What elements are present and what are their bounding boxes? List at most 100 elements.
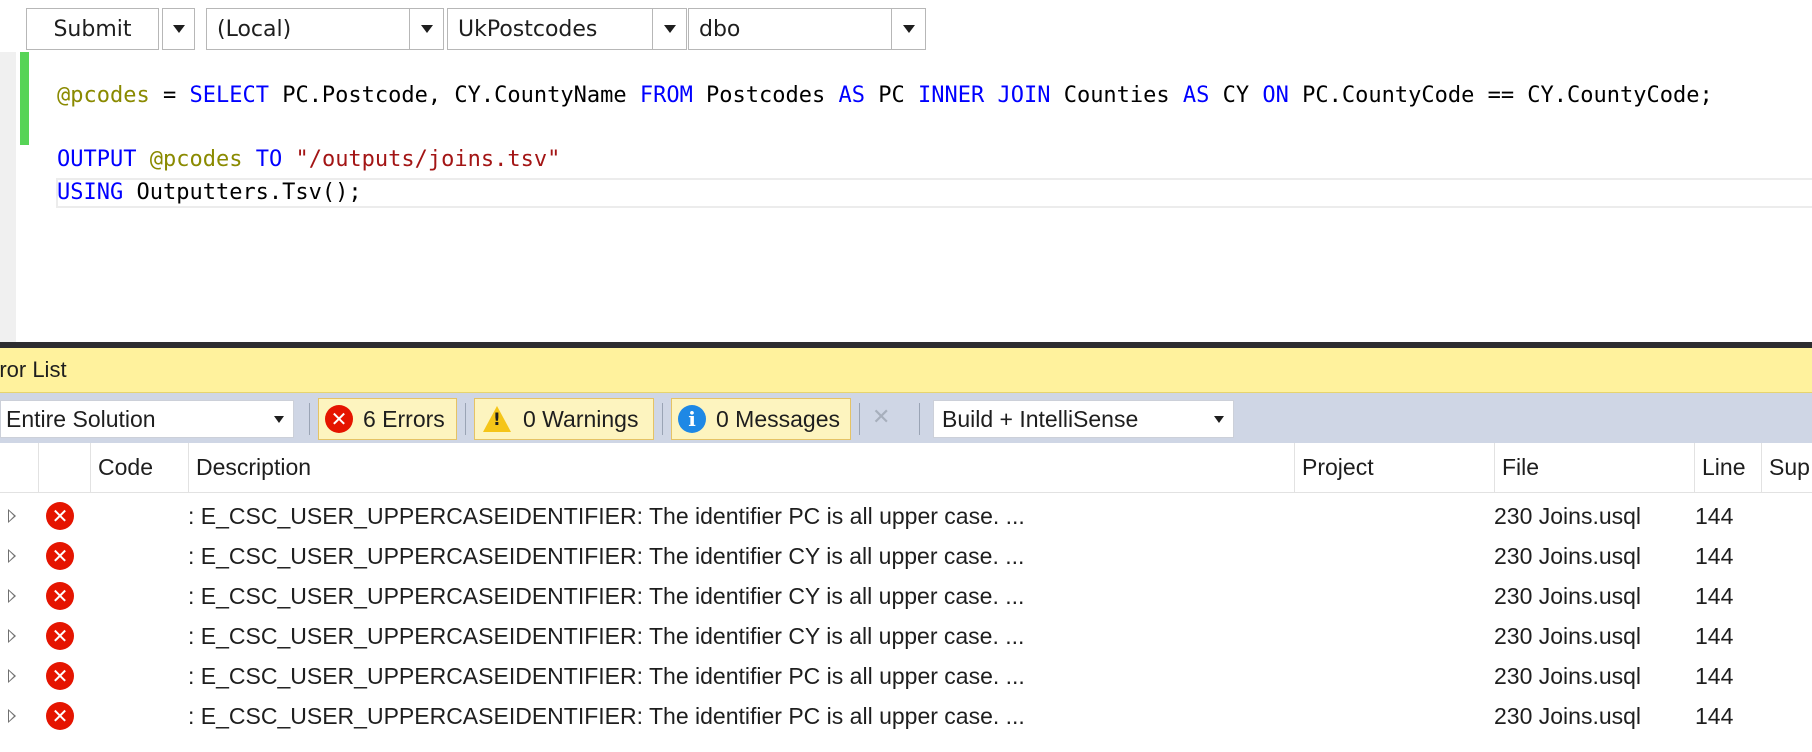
code-token: AS	[838, 83, 866, 108]
code-token: PC.Postcode, CY.CountyName	[268, 83, 640, 108]
submit-options-dropdown[interactable]	[162, 8, 195, 50]
error-line: 144	[1695, 623, 1734, 649]
column-header-description[interactable]: Description	[188, 443, 1294, 492]
error-description: : E_CSC_USER_UPPERCASEIDENTIFIER: The id…	[188, 583, 1025, 609]
scope-select[interactable]: Entire Solution	[0, 400, 294, 438]
error-description: : E_CSC_USER_UPPERCASEIDENTIFIER: The id…	[188, 543, 1025, 569]
clear-filter-icon[interactable]: ✕	[872, 405, 902, 433]
code-token: FROM	[639, 83, 693, 108]
code-line[interactable]: USING Outputters.Tsv();	[57, 178, 362, 208]
scope-value: Entire Solution	[6, 406, 156, 432]
editor-margin	[0, 52, 16, 342]
warnings-filter-button[interactable]: ! 0 Warnings	[474, 398, 654, 440]
change-indicator	[20, 52, 29, 145]
error-icon: ✕	[46, 662, 74, 690]
error-icon: ✕	[46, 502, 74, 530]
build-filter-value: Build + IntelliSense	[942, 406, 1139, 432]
code-editor[interactable]: @pcodes = SELECT PC.Postcode, CY.CountyN…	[0, 52, 1812, 342]
expand-arrow-icon[interactable]	[8, 669, 16, 683]
errors-filter-button[interactable]: ✕ 6 Errors	[318, 398, 457, 440]
code-token: "/outputs/joins.tsv"	[295, 147, 561, 172]
code-token: INNER JOIN	[918, 83, 1051, 108]
chevron-down-icon	[1214, 416, 1224, 423]
code-token: Postcodes	[692, 83, 839, 108]
messages-count-label: 0 Messages	[716, 405, 841, 432]
code-token: TO	[255, 147, 283, 172]
chevron-down-icon	[172, 25, 185, 33]
error-list-toolbar: Entire Solution ✕ 6 Errors ! 0 Warnings …	[0, 393, 1812, 443]
error-description: : E_CSC_USER_UPPERCASEIDENTIFIER: The id…	[188, 503, 1025, 529]
error-icon: ✕	[46, 702, 74, 730]
error-line: 144	[1695, 703, 1734, 729]
code-token: OUTPUT	[57, 147, 137, 172]
code-token: Counties	[1050, 83, 1183, 108]
toolbar-separator	[309, 403, 310, 435]
error-file: 230 Joins.usql	[1494, 543, 1642, 569]
expand-arrow-icon[interactable]	[8, 509, 16, 523]
submit-button[interactable]: Submit	[26, 8, 159, 50]
chevron-down-icon[interactable]	[409, 9, 443, 49]
error-grid-header: Code Description Project File Line Sup	[0, 443, 1812, 493]
column-header-icon[interactable]	[38, 443, 90, 492]
code-token: PC.CountyCode == CY.CountyCode;	[1288, 83, 1713, 108]
schema-select[interactable]: dbo	[688, 8, 926, 50]
error-row[interactable]: ✕ : E_CSC_USER_UPPERCASEIDENTIFIER: The i…	[0, 696, 1812, 736]
error-row[interactable]: ✕ : E_CSC_USER_UPPERCASEIDENTIFIER: The i…	[0, 496, 1812, 536]
chevron-down-icon[interactable]	[652, 9, 686, 49]
chevron-down-icon	[274, 416, 284, 423]
warnings-count-label: 0 Warnings	[523, 405, 639, 432]
code-line[interactable]: @pcodes = SELECT PC.Postcode, CY.CountyN…	[57, 81, 1713, 111]
toolbar-separator	[662, 403, 663, 435]
code-token: AS	[1182, 83, 1210, 108]
code-token: CY	[1209, 83, 1263, 108]
error-row[interactable]: ✕: E_CSC_USER_UPPERCASEIDENTIFIER: The i…	[0, 616, 1812, 656]
error-line: 144	[1695, 663, 1734, 689]
error-file: 230 Joins.usql	[1494, 583, 1642, 609]
code-token: Outputters.Tsv();	[123, 180, 362, 205]
build-filter-select[interactable]: Build + IntelliSense	[933, 400, 1234, 438]
error-line: 144	[1695, 543, 1734, 569]
error-row[interactable]: ✕: E_CSC_USER_UPPERCASEIDENTIFIER: The i…	[0, 536, 1812, 576]
error-line: 144	[1695, 583, 1734, 609]
toolbar-separator	[465, 403, 466, 435]
info-icon: i	[678, 405, 706, 433]
code-token: @pcodes	[149, 147, 243, 172]
code-token: SELECT	[189, 83, 269, 108]
errors-count-label: 6 Errors	[363, 405, 445, 432]
column-header-code[interactable]: Code	[90, 443, 188, 492]
database-select[interactable]: UkPostcodes	[447, 8, 687, 50]
column-header-expand[interactable]	[0, 443, 38, 492]
column-header-suppression[interactable]: Sup	[1761, 443, 1812, 492]
error-list-title-bar: rror List	[0, 348, 1812, 393]
column-header-project[interactable]: Project	[1294, 443, 1494, 492]
error-row[interactable]: ✕: E_CSC_USER_UPPERCASEIDENTIFIER: The i…	[0, 576, 1812, 616]
error-line: 144	[1695, 503, 1734, 529]
error-row[interactable]: ✕ : E_CSC_USER_UPPERCASEIDENTIFIER: The i…	[0, 656, 1812, 696]
column-header-file[interactable]: File	[1494, 443, 1694, 492]
error-description: : E_CSC_USER_UPPERCASEIDENTIFIER: The id…	[188, 623, 1025, 649]
error-description: : E_CSC_USER_UPPERCASEIDENTIFIER: The id…	[188, 703, 1025, 729]
code-token: @pcodes	[57, 83, 150, 108]
expand-arrow-icon[interactable]	[8, 589, 16, 603]
code-token: USING	[57, 180, 124, 205]
error-icon: ✕	[325, 405, 353, 433]
expand-arrow-icon[interactable]	[8, 629, 16, 643]
code-token: ON	[1262, 83, 1289, 108]
expand-arrow-icon[interactable]	[8, 549, 16, 563]
error-file: 230 Joins.usql	[1494, 703, 1642, 729]
chevron-down-icon[interactable]	[891, 9, 925, 49]
expand-arrow-icon[interactable]	[8, 709, 16, 723]
column-header-line[interactable]: Line	[1694, 443, 1761, 492]
error-description: : E_CSC_USER_UPPERCASEIDENTIFIER: The id…	[188, 663, 1025, 689]
server-select[interactable]: (Local)	[206, 8, 444, 50]
code-line[interactable]: OUTPUT @pcodes TO "/outputs/joins.tsv"	[57, 145, 560, 175]
schema-value: dbo	[699, 16, 741, 42]
messages-filter-button[interactable]: i 0 Messages	[671, 398, 851, 440]
server-value: (Local)	[217, 16, 292, 42]
code-token: PC	[865, 83, 918, 108]
error-file: 230 Joins.usql	[1494, 663, 1642, 689]
panel-title: rror List	[0, 357, 67, 382]
warning-icon: !	[483, 406, 511, 432]
